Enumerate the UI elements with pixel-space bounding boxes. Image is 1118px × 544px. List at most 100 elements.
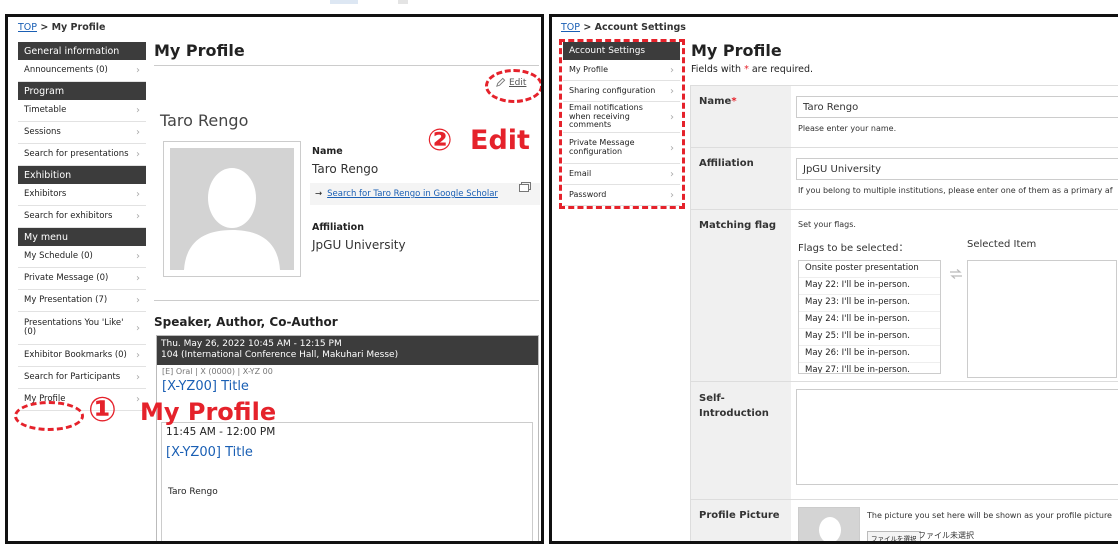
flag-option[interactable]: May 27: I'll be in-person. <box>799 363 940 373</box>
top-strip <box>0 0 1118 14</box>
picture-help: The picture you set here will be shown a… <box>867 511 1112 520</box>
sidebar-item-search-for-presentations[interactable]: Search for presentations › <box>18 144 146 166</box>
name-input[interactable]: Taro Rengo <box>796 96 1118 118</box>
sidebar-item-exhibitors[interactable]: Exhibitors › <box>18 184 146 206</box>
chevron-right-icon: › <box>136 189 140 200</box>
breadcrumb-top-link[interactable]: TOP <box>18 22 37 33</box>
session-title-link[interactable]: [X-YZ00] Title <box>157 378 538 395</box>
sidebar-item-sessions[interactable]: Sessions › <box>18 122 146 144</box>
flag-option[interactable]: May 26: I'll be in-person. <box>799 346 940 363</box>
presentation-time: 11:45 AM - 12:00 PM <box>166 426 276 438</box>
name-row-label: Name* <box>691 86 791 148</box>
page-title: My Profile <box>154 41 245 60</box>
section-heading: Speaker, Author, Co-Author <box>154 315 338 329</box>
flag-option[interactable]: May 24: I'll be in-person. <box>799 312 940 329</box>
breadcrumb-top-link[interactable]: TOP <box>561 22 580 33</box>
sidebar-section-exhibition: Exhibition <box>18 166 146 184</box>
arrow-right-icon: → <box>315 189 323 199</box>
sidebar-item-announcements-0[interactable]: Announcements (0) › <box>18 60 146 82</box>
sidebar-section-program: Program <box>18 82 146 100</box>
self-intro-row-label: Self-Introduction <box>691 382 791 500</box>
sidebar-item-label: Search for Participants <box>24 371 121 382</box>
sidebar-item-label: My Presentation (7) <box>24 294 108 305</box>
affiliation-label: Affiliation <box>312 222 364 233</box>
presentation-title-link[interactable]: [X-YZ00] Title <box>166 445 253 460</box>
chevron-right-icon: › <box>136 149 140 160</box>
profile-picture-thumb <box>798 507 860 541</box>
avatar <box>163 141 301 277</box>
affiliation-input[interactable]: JpGU University <box>796 158 1118 180</box>
self-intro-textarea[interactable] <box>796 389 1118 485</box>
sidebar-item-my-schedule-0[interactable]: My Schedule (0) › <box>18 246 146 268</box>
strip-mark <box>398 0 408 4</box>
required-note-text: are required. <box>748 64 814 75</box>
flag-option[interactable]: Onsite poster presentation <box>799 261 940 278</box>
sidebar-item-label: Private Message (0) <box>24 272 109 283</box>
user-silhouette-icon <box>170 148 294 270</box>
affiliation-row-label: Affiliation <box>691 148 791 210</box>
user-name-heading: Taro Rengo <box>160 111 249 130</box>
my-profile-highlight-circle <box>14 401 84 431</box>
scholar-search-link[interactable]: → Search for Taro Rengo in Google Schola… <box>310 183 540 205</box>
breadcrumb: TOP > Account Settings <box>561 22 686 33</box>
chevron-right-icon: › <box>136 322 140 334</box>
required-note-text: Fields with <box>691 64 745 75</box>
flags-to-select-heading: Flags to be selected： <box>798 243 909 254</box>
sidebar-item-label: Announcements (0) <box>24 64 108 75</box>
left-panel: TOP > My Profile General information Anno… <box>5 14 544 544</box>
page-title: My Profile <box>691 41 782 60</box>
sidebar-item-label: Presentations You 'Like' (0) <box>24 317 124 337</box>
required-note: Fields with * are required. <box>691 64 813 75</box>
sidebar-section-my-menu: My menu <box>18 228 146 246</box>
affiliation-help: If you belong to multiple institutions, … <box>798 186 1113 195</box>
session-header: Thu. May 26, 2022 10:45 AM - 12:15 PM 10… <box>157 336 538 365</box>
affiliation-value: JpGU University <box>312 238 406 252</box>
scholar-link-text[interactable]: Search for Taro Rengo in Google Scholar <box>327 189 498 199</box>
session-meta: [E] Oral | X (0000) | X-YZ 00 <box>162 366 273 376</box>
flag-option[interactable]: May 23: I'll be in-person. <box>799 295 940 312</box>
transfer-arrows-icon[interactable] <box>949 269 963 279</box>
right-panel: TOP > Account Settings Account Settings M… <box>549 14 1118 544</box>
breadcrumb-separator: > <box>37 22 52 33</box>
chevron-right-icon: › <box>136 273 140 284</box>
file-select-button[interactable]: ファイルを選択 <box>867 531 921 541</box>
flag-row-label: Matching flag <box>691 210 791 382</box>
file-status: ファイル未選択 <box>918 531 974 540</box>
chevron-right-icon: › <box>136 350 140 361</box>
chevron-right-icon: › <box>136 251 140 262</box>
chevron-right-icon: › <box>136 372 140 383</box>
picture-row-label: Profile Picture <box>691 500 791 541</box>
sidebar-item-search-for-exhibitors[interactable]: Search for exhibitors › <box>18 206 146 228</box>
sidebar-item-label: My Schedule (0) <box>24 250 93 261</box>
sidebar-item-label: Search for presentations <box>24 148 129 159</box>
sidebar-item-private-message-0[interactable]: Private Message (0) › <box>18 268 146 290</box>
session-room: 104 (International Conference Hall, Maku… <box>161 350 399 361</box>
sidebar-item-presentations-you-like-0[interactable]: Presentations You 'Like' (0) › <box>18 312 146 345</box>
sidebar-item-my-presentation-7[interactable]: My Presentation (7) › <box>18 290 146 312</box>
selected-flags-list[interactable] <box>967 260 1117 378</box>
title-divider <box>154 65 539 66</box>
flag-options-list[interactable]: Onsite poster presentation May 22: I'll b… <box>798 260 941 374</box>
name-help: Please enter your name. <box>798 124 897 133</box>
chevron-right-icon: › <box>136 127 140 138</box>
name-label: Name <box>699 96 732 107</box>
name-label: Name <box>312 146 343 157</box>
sidebar-item-exhibitor-bookmarks-0[interactable]: Exhibitor Bookmarks (0) › <box>18 345 146 367</box>
annotation-1-text: My Profile <box>140 398 277 426</box>
breadcrumb: TOP > My Profile <box>18 22 105 33</box>
strip-mark <box>330 0 358 4</box>
flag-option[interactable]: May 22: I'll be in-person. <box>799 278 940 295</box>
sidebar-item-label: Exhibitors <box>24 188 67 199</box>
external-window-icon[interactable] <box>519 182 531 192</box>
presentation-card: 11:45 AM - 12:00 PM [X-YZ00] Title Taro … <box>161 422 533 541</box>
sidebar-item-label: Exhibitor Bookmarks (0) <box>24 349 127 360</box>
sidebar-item-timetable[interactable]: Timetable › <box>18 100 146 122</box>
sidebar-item-label: Sessions <box>24 126 61 137</box>
breadcrumb-current: My Profile <box>51 22 106 33</box>
chevron-right-icon: › <box>136 295 140 306</box>
annotation-1-number: ① <box>88 390 117 430</box>
sidebar-item-label: Timetable <box>24 104 67 115</box>
flag-option[interactable]: May 25: I'll be in-person. <box>799 329 940 346</box>
name-value: Taro Rengo <box>312 162 379 176</box>
sidebar-item-search-for-participants[interactable]: Search for Participants › <box>18 367 146 389</box>
